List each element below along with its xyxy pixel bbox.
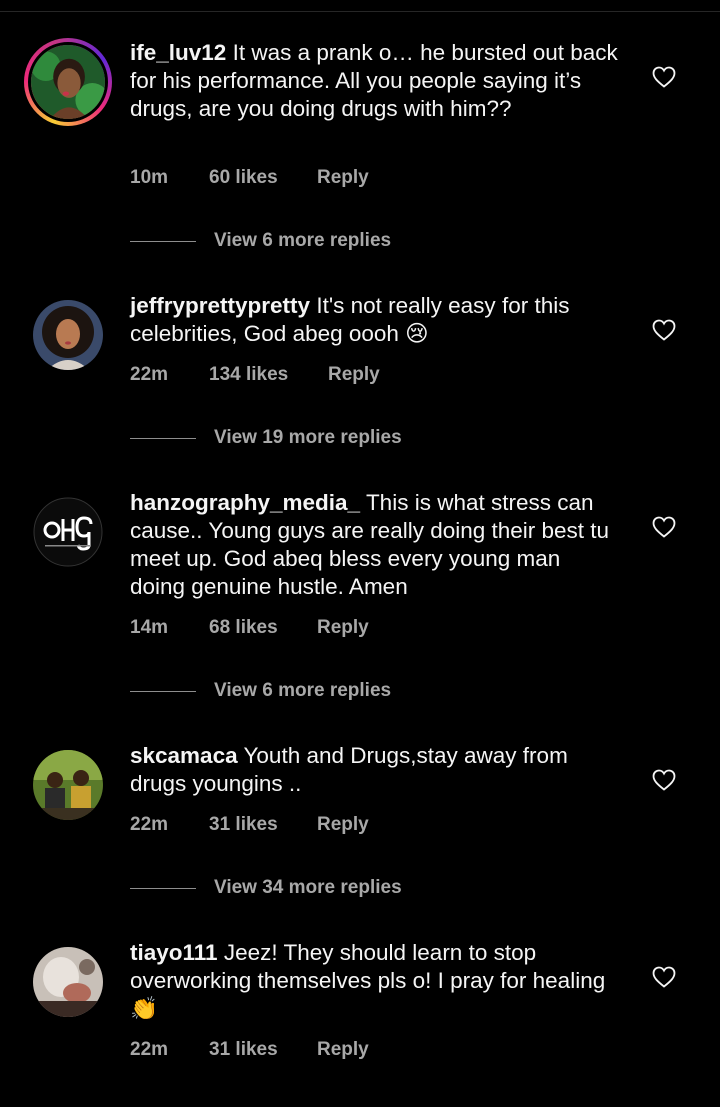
avatar-image — [33, 750, 103, 820]
comment-time: 22m — [130, 1039, 169, 1060]
avatar[interactable] — [33, 750, 103, 820]
reply-button[interactable]: Reply — [328, 364, 380, 386]
comment-likes[interactable]: 31 likes — [209, 1039, 278, 1061]
comment-username[interactable]: ife_luv12 — [130, 40, 226, 65]
comment-likes[interactable]: 68 likes — [209, 617, 278, 639]
reply-button[interactable]: Reply — [317, 814, 369, 836]
comment-text: ife_luv12 It was a prank o… he bursted o… — [130, 39, 620, 123]
reply-button[interactable]: Reply — [317, 1039, 369, 1061]
replies-divider — [130, 241, 196, 242]
avatar[interactable] — [33, 947, 103, 1017]
view-replies-button[interactable]: View 19 more replies — [130, 427, 530, 451]
replies-divider — [130, 438, 196, 439]
comment-likes[interactable]: 134 likes — [209, 364, 288, 386]
view-replies-label: View 6 more replies — [214, 680, 392, 701]
heart-outline-icon[interactable] — [652, 966, 676, 988]
view-replies-button[interactable]: View 34 more replies — [130, 877, 530, 901]
comment-username[interactable]: jeffryprettypretty — [130, 293, 310, 318]
avatar-image — [33, 300, 103, 370]
comment-time: 14m — [130, 617, 169, 638]
view-replies-button[interactable]: View 6 more replies — [130, 230, 530, 254]
comment-time: 10m — [130, 167, 169, 188]
comment-text: hanzography_media_ This is what stress c… — [130, 489, 620, 601]
comment-username[interactable]: hanzography_media_ — [130, 490, 360, 515]
comment-time: 22m — [130, 364, 169, 385]
replies-divider — [130, 888, 196, 889]
reply-button[interactable]: Reply — [317, 617, 369, 639]
comment-text: skcamaca Youth and Drugs,stay away from … — [130, 742, 620, 798]
avatar-image — [33, 947, 103, 1017]
heart-outline-icon[interactable] — [652, 66, 676, 88]
comment-username[interactable]: tiayo111 — [130, 940, 218, 965]
view-replies-label: View 6 more replies — [214, 230, 392, 251]
heart-outline-icon[interactable] — [652, 516, 676, 538]
comment-text: jeffryprettypretty It's not really easy … — [130, 292, 620, 348]
replies-divider — [130, 691, 196, 692]
avatar[interactable] — [33, 300, 103, 370]
avatar[interactable] — [33, 497, 103, 567]
logo-avatar-icon — [33, 497, 103, 567]
comment-username[interactable]: skcamaca — [130, 743, 238, 768]
avatar-story-ring[interactable] — [24, 38, 112, 126]
view-replies-button[interactable]: View 6 more replies — [130, 680, 530, 704]
comment-likes[interactable]: 60 likes — [209, 167, 278, 189]
reply-button[interactable]: Reply — [317, 167, 369, 189]
comment-likes[interactable]: 31 likes — [209, 814, 278, 836]
top-divider — [0, 11, 720, 12]
comment-time: 22m — [130, 814, 169, 835]
comment-text: tiayo111 Jeez! They should learn to stop… — [130, 939, 620, 1023]
heart-outline-icon[interactable] — [652, 769, 676, 791]
view-replies-label: View 19 more replies — [214, 427, 402, 448]
avatar-image — [31, 45, 105, 119]
heart-outline-icon[interactable] — [652, 319, 676, 341]
view-replies-label: View 34 more replies — [214, 877, 402, 898]
